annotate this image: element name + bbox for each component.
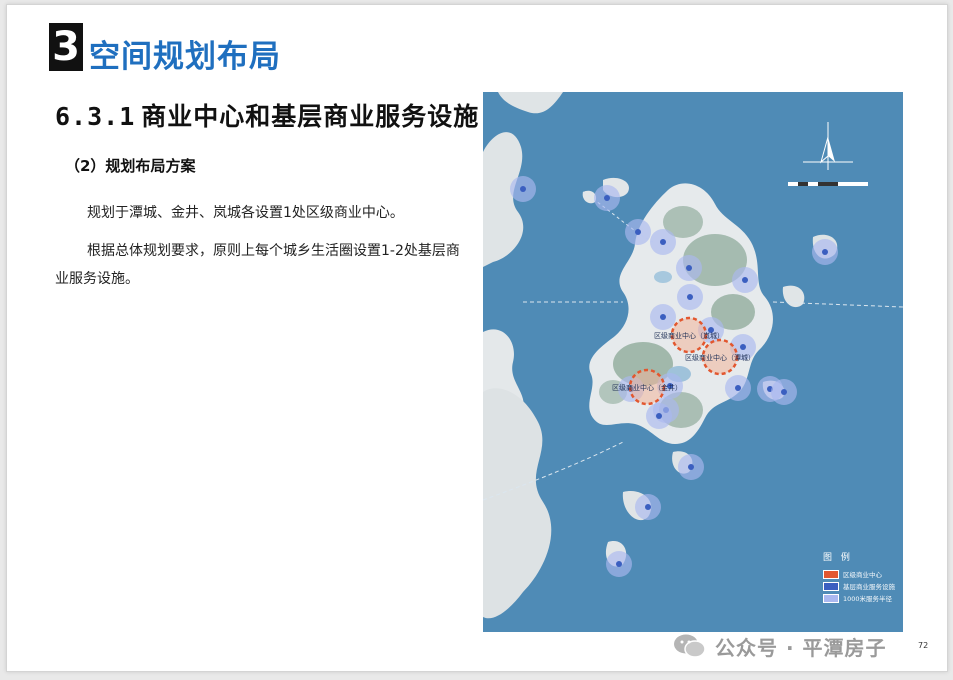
subheading: （2）规划布局方案: [65, 157, 196, 175]
watermark: 公众号 · 平潭房子: [673, 629, 887, 663]
paragraph-2: 根据总体规划要求，原则上每个城乡生活圈设置1-2处基层商业服务设施。: [55, 243, 460, 287]
slide-page: 3 空间规划布局 6.3.1 商业中心和基层商业服务设施 （2）规划布局方案 规划…: [6, 4, 948, 672]
service-facility-marker: [656, 413, 662, 419]
service-facility-marker: [735, 385, 741, 391]
service-facility-marker: [604, 195, 610, 201]
section-title: 空间规划布局: [89, 39, 281, 75]
service-facility-marker: [742, 277, 748, 283]
service-facility-marker: [822, 249, 828, 255]
service-facility-marker: [740, 344, 746, 350]
section-number: 3: [49, 23, 83, 71]
page-number: 72: [918, 641, 929, 650]
legend-title: 图 例: [823, 553, 853, 563]
service-facility-marker: [660, 314, 666, 320]
heading-text: 商业中心和基层商业服务设施: [141, 102, 480, 131]
heading: 6.3.1 商业中心和基层商业服务设施: [55, 97, 479, 133]
service-facility-marker: [616, 561, 622, 567]
district-center-label: 区级商业中心（潭城）: [685, 353, 755, 362]
watermark-text: 公众号 · 平潭房子: [715, 635, 887, 660]
service-facility-marker: [645, 504, 651, 510]
service-facility-marker: [688, 464, 694, 470]
service-facility-marker: [686, 265, 692, 271]
district-center-label: 区级商业中心（岚城）: [654, 331, 724, 340]
paragraph-1: 规划于潭城、金井、岚城各设置1处区级商业中心。: [87, 205, 404, 221]
service-facility-marker: [687, 294, 693, 300]
service-facility-marker: [781, 389, 787, 395]
wechat-icon: [673, 633, 707, 659]
service-facility-marker: [660, 239, 666, 245]
heading-number: 6.3.1: [55, 102, 136, 131]
map-legend: 图 例 区级商业中心 基层商业服务设施 1000米服务半径: [821, 550, 911, 610]
service-facility-marker: [520, 186, 526, 192]
district-center-label: 区级商业中心（金井）: [612, 383, 682, 392]
service-facility-marker: [635, 229, 641, 235]
